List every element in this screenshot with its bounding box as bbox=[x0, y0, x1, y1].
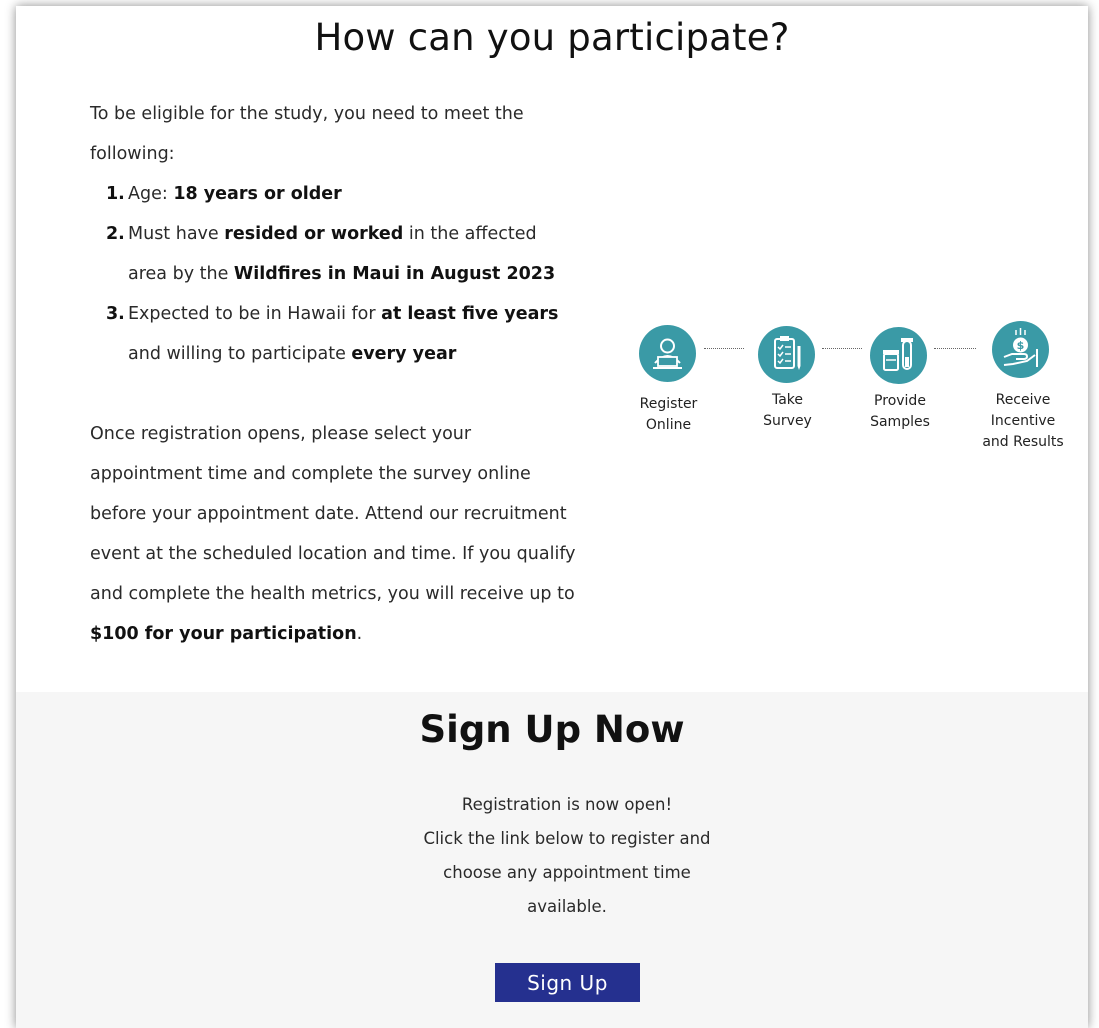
step-label-register: Register Online bbox=[639, 396, 698, 433]
participate-title: How can you participate? bbox=[314, 16, 790, 59]
participate-section: How can you participate? To be eligible … bbox=[16, 6, 1088, 692]
sign-up-button[interactable]: Sign Up bbox=[495, 963, 640, 1002]
step-connector bbox=[934, 348, 976, 349]
laptop-user-icon bbox=[639, 325, 696, 382]
text-run: Must have bbox=[128, 224, 225, 244]
step-label-samples: Provide Samples bbox=[870, 393, 930, 430]
criteria-number: 2. bbox=[106, 224, 125, 244]
step-label-survey: Take Survey bbox=[763, 392, 812, 429]
eligibility-text: To be eligible for the study, you need t… bbox=[90, 94, 580, 654]
svg-text:$: $ bbox=[1017, 339, 1025, 352]
criteria-number: 1. bbox=[106, 184, 125, 204]
text-run: and willing to participate bbox=[128, 344, 352, 364]
criteria-item: 1. Age: 18 years or older bbox=[90, 174, 580, 214]
criteria-number: 3. bbox=[106, 304, 125, 324]
eligibility-intro: To be eligible for the study, you need t… bbox=[90, 104, 524, 164]
bold-text: at least five years bbox=[381, 304, 559, 324]
criteria-item: 2. Must have resided or worked in the aff… bbox=[90, 214, 580, 294]
text-run: Expected to be in Hawaii for bbox=[128, 304, 382, 324]
text-run: Age: bbox=[128, 184, 174, 204]
criteria-item: 3. Expected to be in Hawaii for at least … bbox=[90, 294, 580, 374]
page-frame: How can you participate? To be eligible … bbox=[16, 6, 1088, 1028]
process-steps: $ Register Online Take Survey Provide Sa… bbox=[612, 318, 1082, 468]
text-run: Once registration opens, please select y… bbox=[90, 424, 576, 604]
signup-line: choose any appointment time bbox=[443, 863, 691, 882]
bold-text: $100 for your participation bbox=[90, 624, 357, 644]
step-label-incentive: Receive Incentive and Results bbox=[982, 392, 1064, 450]
signup-title: Sign Up Now bbox=[419, 708, 685, 751]
sample-containers-icon bbox=[870, 327, 927, 384]
signup-line: Click the link below to register and bbox=[423, 829, 711, 848]
signup-section: Sign Up Now Registration is now open! Cl… bbox=[16, 692, 1088, 1028]
bold-text: every year bbox=[351, 344, 457, 364]
step-connector bbox=[822, 348, 862, 349]
signup-line: Registration is now open! bbox=[461, 795, 673, 814]
clipboard-checklist-icon bbox=[758, 326, 815, 383]
bold-text: resided or worked bbox=[224, 224, 404, 244]
bold-text: Wildfires in Maui in August 2023 bbox=[233, 264, 556, 284]
step-connector bbox=[704, 348, 744, 349]
signup-line: available. bbox=[527, 897, 607, 916]
eligibility-criteria-list: 1. Age: 18 years or older 2. Must have resi… bbox=[90, 174, 580, 374]
money-hand-icon: $ bbox=[992, 321, 1049, 378]
bold-text: 18 years or older bbox=[173, 184, 342, 204]
text-run: . bbox=[356, 624, 363, 644]
participation-details: Once registration opens, please select y… bbox=[90, 414, 580, 654]
signup-description: Registration is now open! Click the link… bbox=[406, 788, 728, 924]
